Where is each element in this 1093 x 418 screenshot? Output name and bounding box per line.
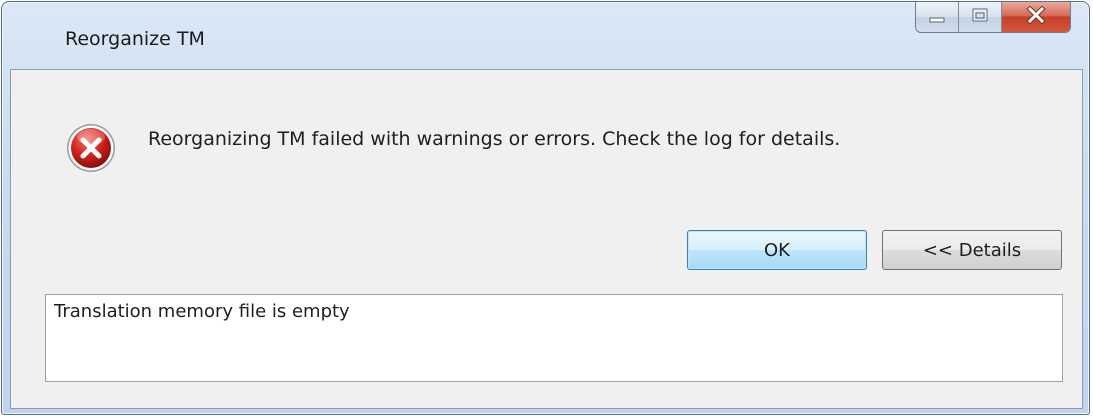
minimize-button[interactable] [916, 2, 958, 32]
error-message: Reorganizing TM failed with warnings or … [148, 128, 841, 150]
dialog-window: Reorganize TM Reorganizing TM failed wit… [1, 1, 1090, 415]
caption-buttons [915, 2, 1071, 33]
details-log[interactable]: Translation memory file is empty [45, 294, 1063, 382]
close-icon [1026, 5, 1046, 28]
maximize-icon [971, 7, 989, 27]
minimize-icon [928, 8, 946, 27]
window-title: Reorganize TM [65, 28, 205, 50]
close-button[interactable] [1001, 2, 1070, 32]
details-button[interactable]: << Details [882, 230, 1062, 270]
ok-button[interactable]: OK [687, 230, 867, 270]
maximize-button[interactable] [958, 2, 1001, 32]
error-icon [65, 122, 117, 174]
dialog-body: Reorganizing TM failed with warnings or … [10, 69, 1083, 409]
title-bar[interactable]: Reorganize TM [2, 2, 1089, 66]
